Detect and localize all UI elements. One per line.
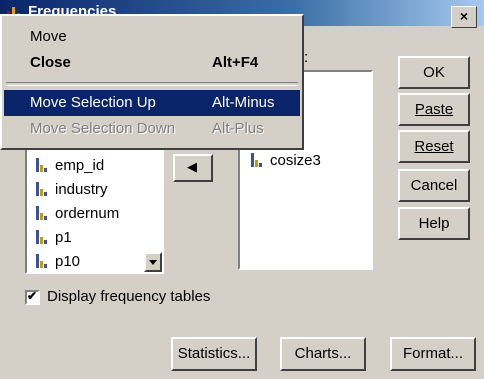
list-item[interactable]: ordernum xyxy=(35,203,119,225)
scale-variable-icon xyxy=(36,230,47,244)
menu-item-shortcut: Alt+F4 xyxy=(212,54,259,71)
scroll-down-icon xyxy=(149,260,157,265)
checkmark-icon: ✔ xyxy=(27,289,38,303)
list-item-label: cosize3 xyxy=(270,152,321,169)
charts-button[interactable]: Charts... xyxy=(280,337,366,371)
left-arrow-icon: ◀ xyxy=(187,159,197,174)
menu-item-move[interactable]: Move xyxy=(4,24,300,50)
scale-variable-icon xyxy=(36,254,47,268)
source-variable-list[interactable]: emp_exp emp_id industry ordernum p1 p10 xyxy=(25,134,164,274)
list-item-label: emp_id xyxy=(55,157,105,174)
move-variable-button[interactable]: ◀ xyxy=(173,154,213,182)
menu-item-label: Move xyxy=(30,28,67,45)
list-item-label: ordernum xyxy=(55,205,120,222)
list-item[interactable]: p10 xyxy=(35,251,81,272)
menu-item-shortcut: Alt-Minus xyxy=(212,94,275,111)
scale-variable-icon xyxy=(36,206,47,220)
list-item[interactable]: cosize3 xyxy=(250,150,321,172)
scale-variable-icon xyxy=(36,182,47,196)
list-item[interactable]: industry xyxy=(35,179,108,201)
menu-item-move-selection-up[interactable]: Move Selection Up Alt-Minus xyxy=(4,90,300,116)
list-item-label: p1 xyxy=(55,229,72,246)
close-button[interactable]: × xyxy=(451,6,477,28)
paste-button[interactable]: Paste xyxy=(398,93,470,126)
menu-item-move-selection-down: Move Selection Down Alt-Plus xyxy=(4,116,300,142)
system-menu: Move Close Alt+F4 Move Selection Up Alt-… xyxy=(0,14,304,150)
list-item-label: industry xyxy=(55,181,108,198)
menu-separator xyxy=(6,82,298,86)
format-button[interactable]: Format... xyxy=(390,337,476,371)
scale-variable-icon xyxy=(251,153,262,167)
menu-item-label: Move Selection Down xyxy=(30,120,176,137)
menu-item-close[interactable]: Close Alt+F4 xyxy=(4,50,300,76)
menu-item-shortcut: Alt-Plus xyxy=(212,120,264,137)
close-icon: × xyxy=(459,8,469,24)
statistics-button[interactable]: Statistics... xyxy=(171,337,257,371)
display-frequency-tables-label[interactable]: Display frequency tables xyxy=(47,288,210,305)
display-frequency-tables-checkbox[interactable]: ✔ xyxy=(25,289,40,305)
help-button[interactable]: Help xyxy=(398,207,470,240)
list-item[interactable]: p1 xyxy=(35,227,72,249)
menu-item-label: Close xyxy=(30,54,71,71)
reset-button[interactable]: Reset xyxy=(398,130,470,163)
cancel-button[interactable]: Cancel xyxy=(398,169,470,202)
menu-item-label: Move Selection Up xyxy=(30,94,156,111)
scroll-down-button[interactable] xyxy=(144,252,162,272)
list-item-label: p10 xyxy=(55,253,81,270)
ok-button[interactable]: OK xyxy=(398,56,470,89)
scale-variable-icon xyxy=(36,158,47,172)
list-item[interactable]: emp_id xyxy=(35,155,104,177)
